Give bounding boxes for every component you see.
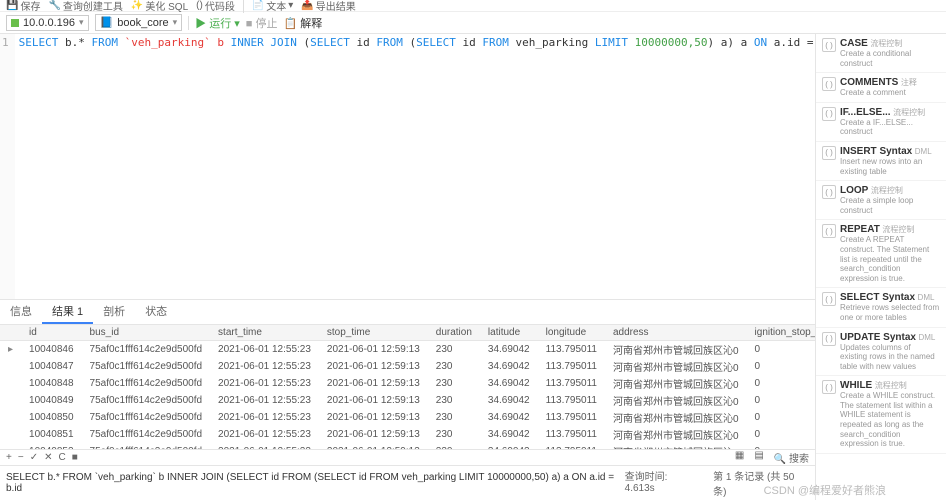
snippet-item[interactable]: ( )WHILE 流程控制Create a WHILE construct. T…: [816, 376, 946, 454]
snippet-icon: ( ): [822, 380, 836, 394]
snippet-icon: ( ): [822, 77, 836, 91]
tab-state[interactable]: 状态: [135, 300, 177, 324]
form-view-icon[interactable]: ▤: [754, 450, 763, 465]
line-gutter: 1: [0, 34, 15, 299]
stop-button: ■ 停止: [246, 15, 278, 31]
col-latitude[interactable]: latitude: [480, 325, 538, 341]
stop-icon[interactable]: ■: [72, 452, 78, 463]
result-grid[interactable]: idbus_idstart_timestop_timedurationlatit…: [0, 325, 815, 449]
table-row[interactable]: 1004085075af0c1fff614c2e9d500fd2021-06-0…: [0, 409, 815, 426]
cancel-icon[interactable]: ✕: [44, 452, 52, 463]
snippet-item[interactable]: ( )CASE 流程控制Create a conditional constru…: [816, 34, 946, 73]
tab-result1[interactable]: 结果 1: [42, 300, 93, 324]
col-stop_time[interactable]: stop_time: [319, 325, 428, 341]
snippets-panel[interactable]: ( )CASE 流程控制Create a conditional constru…: [816, 34, 946, 500]
snippet-item[interactable]: ( )UPDATE Syntax DMLUpdates columns of e…: [816, 328, 946, 377]
table-row[interactable]: 1004084875af0c1fff614c2e9d500fd2021-06-0…: [0, 375, 815, 392]
separator: [188, 16, 189, 30]
snippet-icon: ( ): [822, 292, 836, 306]
refresh-icon[interactable]: C: [58, 452, 65, 463]
col-id[interactable]: id: [21, 325, 82, 341]
record-count: 第 1 条记录 (共 50 条): [713, 468, 809, 498]
grid-view-icon[interactable]: ▦: [735, 450, 744, 465]
table-row[interactable]: ▸1004084675af0c1fff614c2e9d500fd2021-06-…: [0, 341, 815, 359]
snippet-icon: ( ): [822, 185, 836, 199]
result-tabs: 信息 结果 1 剖析 状态: [0, 299, 815, 325]
sql-footer: SELECT b.* FROM `veh_parking` b INNER JO…: [0, 465, 815, 500]
query-time: 查询时间: 4.613s: [625, 468, 700, 498]
col-duration[interactable]: duration: [428, 325, 480, 341]
snippet-icon: ( ): [822, 146, 836, 160]
table-row[interactable]: 1004084975af0c1fff614c2e9d500fd2021-06-0…: [0, 392, 815, 409]
search-icon[interactable]: 🔍 搜索: [774, 450, 809, 465]
snippet-icon: ( ): [822, 38, 836, 52]
tab-info[interactable]: 信息: [0, 300, 42, 324]
snippet-icon: ( ): [822, 332, 836, 346]
connection-toolbar: 10.0.0.196 ▾ 📘 book_core ▾ ▶ 运行 ▾ ■ 停止 📋…: [0, 12, 946, 34]
snippet-item[interactable]: ( )SELECT Syntax DMLRetrieve rows select…: [816, 288, 946, 327]
snippet-icon: ( ): [822, 224, 836, 238]
footer-sql-text: SELECT b.* FROM `veh_parking` b INNER JO…: [6, 472, 625, 494]
toolbar-top: 💾 保存 🔧 查询创建工具 ✨ 美化 SQL () 代码段 📄 文本 ▾ 📤 导…: [0, 0, 946, 12]
sql-editor[interactable]: 1 SELECT b.* FROM `veh_parking` b INNER …: [0, 34, 815, 299]
col-address[interactable]: address: [605, 325, 747, 341]
snippet-item[interactable]: ( )IF...ELSE... 流程控制Create a IF...ELSE..…: [816, 103, 946, 142]
col-longitude[interactable]: longitude: [538, 325, 605, 341]
table-row[interactable]: 1004085175af0c1fff614c2e9d500fd2021-06-0…: [0, 426, 815, 443]
col-bus_id[interactable]: bus_id: [82, 325, 211, 341]
col-ignition_stop_car[interactable]: ignition_stop_car: [747, 325, 815, 341]
commit-icon[interactable]: ✓: [30, 452, 38, 463]
table-row[interactable]: 1004084775af0c1fff614c2e9d500fd2021-06-0…: [0, 358, 815, 375]
tab-analyze[interactable]: 剖析: [93, 300, 135, 324]
snippet-item[interactable]: ( )INSERT Syntax DMLInsert new rows into…: [816, 142, 946, 181]
table-row[interactable]: 1004085275af0c1fff614c2e9d500fd2021-06-0…: [0, 443, 815, 449]
separator: [243, 0, 244, 13]
snippet-icon: ( ): [822, 107, 836, 121]
grid-status-bar: + − ✓ ✕ C ■ ▦ ▤ 🔍 搜索: [0, 449, 815, 465]
host-select[interactable]: 10.0.0.196 ▾: [6, 15, 89, 31]
add-row-icon[interactable]: +: [6, 452, 12, 463]
explain-button[interactable]: 📋 解释: [283, 15, 322, 31]
snippet-item[interactable]: ( )COMMENTS 注释Create a comment: [816, 73, 946, 103]
run-button[interactable]: ▶ 运行 ▾: [195, 15, 240, 31]
snippet-item[interactable]: ( )LOOP 流程控制Create a simple loop constru…: [816, 181, 946, 220]
snippet-item[interactable]: ( )REPEAT 流程控制Create A REPEAT construct.…: [816, 220, 946, 288]
remove-row-icon[interactable]: −: [18, 452, 24, 463]
db-select[interactable]: 📘 book_core ▾: [95, 14, 183, 31]
col-start_time[interactable]: start_time: [210, 325, 319, 341]
code-area[interactable]: SELECT b.* FROM `veh_parking` b INNER JO…: [15, 34, 815, 299]
